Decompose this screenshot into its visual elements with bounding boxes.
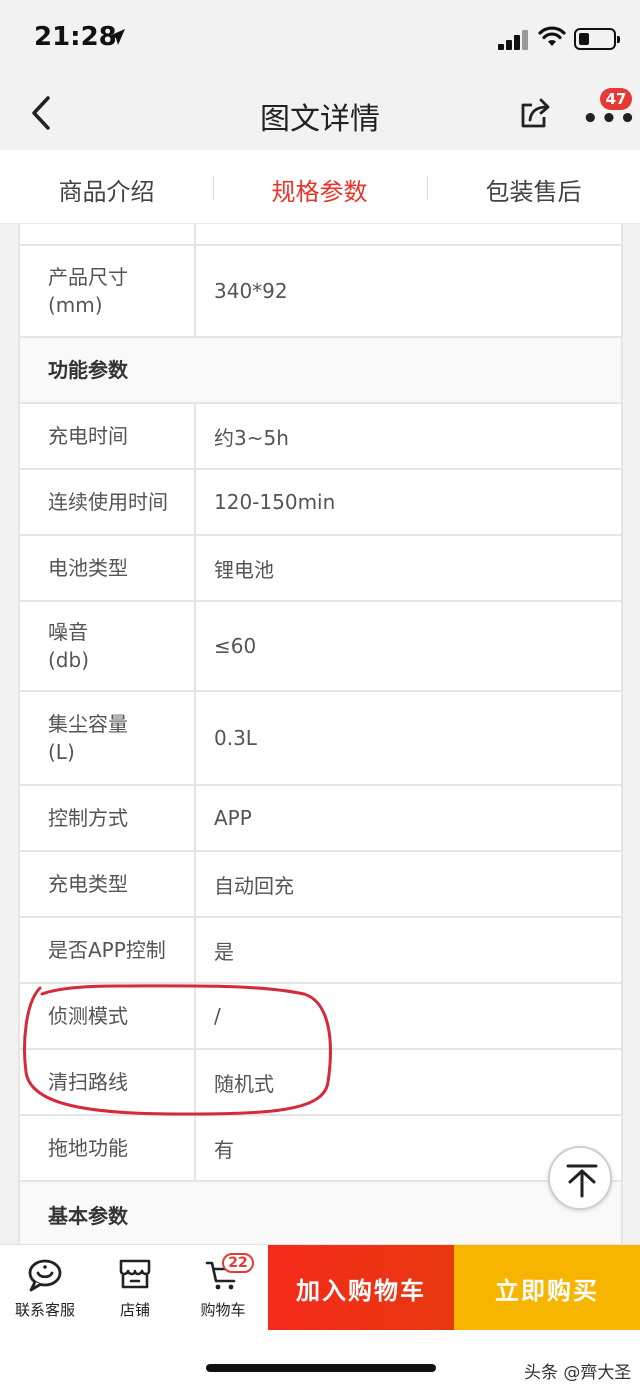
tab-bar: 商品介绍 规格参数 包装售后 — [0, 150, 640, 224]
home-indicator[interactable] — [206, 1364, 436, 1372]
spec-value: 340*92 — [214, 279, 288, 303]
back-to-top-button[interactable] — [548, 1146, 612, 1210]
spec-value: 锂电池 — [214, 557, 274, 582]
table-row: 连续使用时间 120-150min — [18, 470, 623, 536]
status-bar: 21:28 — [0, 0, 640, 76]
spec-value: 自动回充 — [214, 873, 294, 898]
table-row: 噪音 (db) ≤60 — [18, 602, 623, 692]
battery-icon — [574, 28, 620, 50]
wifi-icon — [538, 26, 566, 46]
spec-value: 约3~5h — [214, 425, 289, 450]
spec-key: 噪音 (db) — [18, 602, 196, 690]
spec-key: 连续使用时间 — [18, 470, 196, 534]
tab-specifications[interactable]: 规格参数 — [213, 172, 426, 207]
customer-service-button[interactable]: 联系客服 — [0, 1255, 90, 1320]
back-to-top-icon — [566, 1164, 598, 1198]
table-row: 产品尺寸 (mm) 340*92 — [18, 246, 623, 338]
spec-key: 充电类型 — [18, 852, 196, 916]
cart-label: 购物车 — [200, 1301, 246, 1319]
section-header-row: 功能参数 — [18, 338, 623, 404]
bottom-action-bar: 联系客服 店铺 购物车 22 加入购物车 立即购买 — [0, 1244, 640, 1331]
table-row: 控制方式 APP — [18, 786, 623, 852]
tab-packaging-aftersales[interactable]: 包装售后 — [427, 172, 640, 207]
cart-count-badge: 22 — [222, 1253, 254, 1273]
add-to-cart-button[interactable]: 加入购物车 — [268, 1245, 454, 1331]
nav-bar: 图文详情 ••• 47 — [0, 76, 640, 150]
spec-key: 拖地功能 — [18, 1116, 196, 1180]
spec-key: 电池类型 — [18, 536, 196, 600]
watermark-text: 头条 @齊大圣 — [524, 1363, 632, 1383]
shop-icon — [119, 1259, 151, 1289]
red-annotation-circle — [23, 984, 332, 1116]
home-indicator-area: 头条 @齊大圣 — [0, 1330, 640, 1387]
table-row: 电池类型 锂电池 — [18, 536, 623, 602]
location-arrow-icon — [109, 29, 125, 45]
spec-key: 是否APP控制 — [18, 918, 196, 982]
shop-label: 店铺 — [119, 1301, 150, 1319]
customer-service-label: 联系客服 — [14, 1301, 75, 1319]
spec-key: 充电时间 — [18, 404, 196, 468]
status-time: 21:28 — [34, 22, 117, 52]
spec-value: ≤60 — [214, 634, 257, 658]
table-row: 充电类型 自动回充 — [18, 852, 623, 918]
spec-value: 0.3L — [214, 726, 257, 750]
spec-value: APP — [214, 806, 252, 830]
buy-now-button[interactable]: 立即购买 — [454, 1245, 640, 1331]
tab-product-intro[interactable]: 商品介绍 — [0, 172, 213, 207]
table-row-cut — [18, 224, 623, 246]
message-count-badge: 47 — [600, 88, 632, 110]
table-row: 拖地功能 有 — [18, 1116, 623, 1182]
customer-service-icon — [28, 1259, 62, 1292]
section-title: 基本参数 — [18, 1182, 623, 1244]
table-row: 是否APP控制 是 — [18, 918, 623, 984]
cellular-signal-icon — [498, 30, 530, 50]
spec-key: 控制方式 — [18, 786, 196, 850]
table-row: 充电时间 约3~5h — [18, 404, 623, 470]
spec-key: 产品尺寸 (mm) — [18, 246, 196, 336]
table-row: 集尘容量 (L) 0.3L — [18, 692, 623, 786]
spec-value: 是 — [214, 939, 234, 964]
shop-button[interactable]: 店铺 — [90, 1255, 180, 1320]
section-title: 功能参数 — [18, 338, 623, 402]
spec-value: 120-150min — [214, 490, 336, 514]
section-header-row: 基本参数 — [18, 1182, 623, 1244]
spec-key: 集尘容量 (L) — [18, 692, 196, 784]
share-icon[interactable] — [518, 96, 552, 130]
